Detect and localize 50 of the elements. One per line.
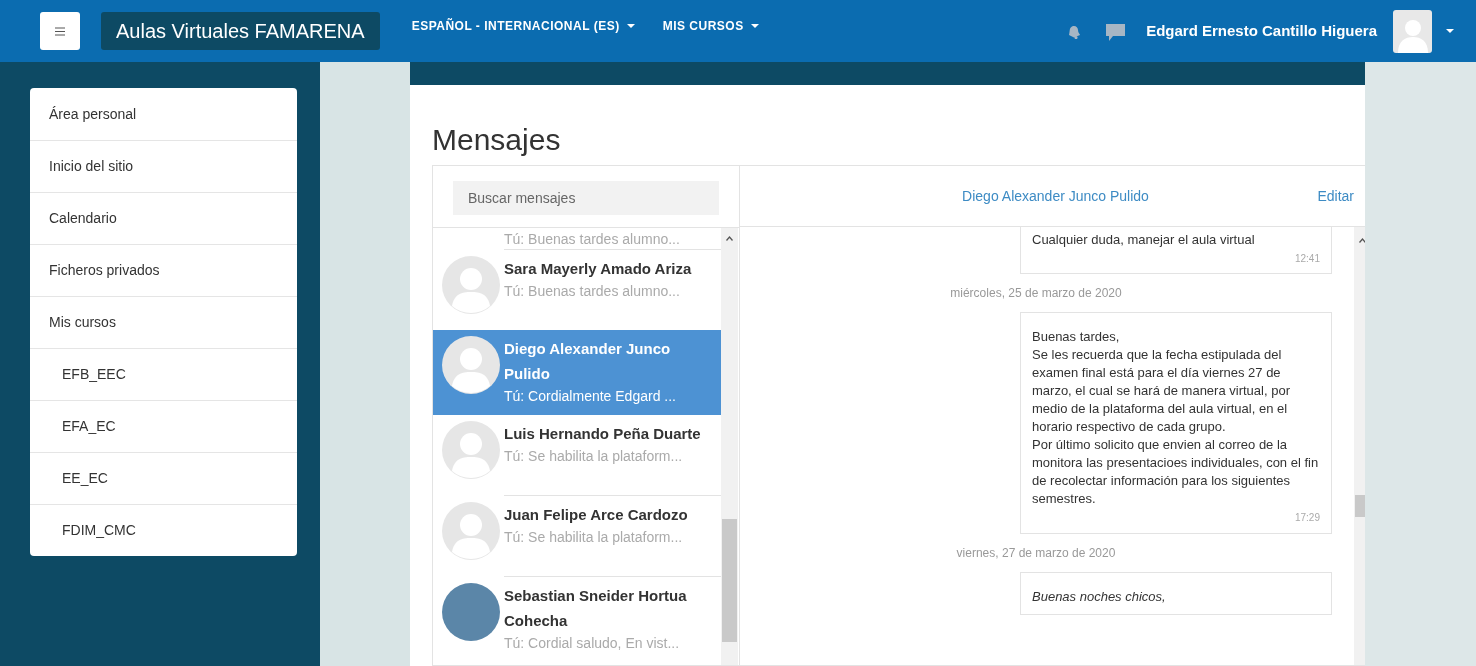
message-preview: Tú: Se habilita la plataform... — [504, 528, 684, 547]
page-title: Mensajes — [432, 123, 561, 158]
caret-icon — [750, 24, 759, 28]
contact-name: Luis Hernando Peña Duarte — [504, 424, 702, 444]
sidebar-item[interactable]: Calendario — [30, 192, 297, 244]
caret-icon — [626, 24, 635, 28]
edit-link[interactable]: Editar — [1317, 185, 1354, 207]
search-field[interactable]: Buscar mensajes — [453, 181, 719, 215]
sidebar-item[interactable]: Mis cursos — [30, 296, 297, 348]
caret-icon[interactable] — [1446, 29, 1454, 33]
nav-menu[interactable]: ESPAÑOL - INTERNACIONAL (ES) — [411, 17, 635, 35]
chat-icon[interactable] — [1106, 24, 1126, 42]
sidebar-item[interactable]: FDIM_CMC — [30, 504, 297, 556]
contact-name: Sara Mayerly Amado Ariza — [504, 259, 693, 279]
site-brand[interactable]: Aulas Virtuales FAMARENA — [101, 12, 380, 50]
scrollbar-thumb[interactable] — [722, 519, 737, 642]
scroll-up-icon[interactable] — [726, 236, 733, 241]
nav-menu[interactable]: MIS CURSOS — [662, 17, 759, 35]
scroll-up-icon[interactable] — [1359, 238, 1365, 243]
user-name[interactable]: Edgard Ernesto Cantillo Higuera — [1146, 19, 1377, 43]
message-text: Buenas noches chicos, — [1032, 588, 1167, 606]
conversation-item[interactable]: Juan Felipe Arce Cardozo Tú: Se habilita la plataform... — [433, 496, 721, 576]
message-preview: Tú: Cordialmente Edgard ... — [504, 387, 677, 406]
menu-button[interactable] — [40, 12, 80, 50]
message-text: Cualquier duda, manejar el aula virtual — [1032, 231, 1256, 249]
contact-name: Diego Alexander Junco Pulido — [504, 339, 672, 384]
conversation-item[interactable]: Luis Hernando Peña Duarte Tú: Se habilita la plataform... — [433, 415, 721, 495]
sidebar-item[interactable]: EFA_EC — [30, 400, 297, 452]
conversation-item[interactable]: Sara Mayerly Amado Ariza Tú: Buenas tardes alumno... — [433, 250, 721, 330]
sidebar-item[interactable]: Área personal — [30, 88, 297, 140]
sidebar-item[interactable]: Ficheros privados — [30, 244, 297, 296]
menu-icon — [55, 26, 65, 36]
message-time: 12:41 — [1293, 252, 1320, 266]
message-preview: Tú: Buenas tardes alumno... — [504, 230, 681, 249]
scrollbar[interactable] — [721, 228, 738, 665]
date-separator: miércoles, 25 de marzo de 2020 — [949, 285, 1123, 302]
message-time: 17:29 — [1293, 511, 1320, 525]
sidebar-item[interactable]: EE_EC — [30, 452, 297, 504]
sidebar-item[interactable]: EFB_EEC — [30, 348, 297, 400]
message-preview: Tú: Buenas tardes alumno... — [504, 282, 681, 301]
message-preview: Tú: Se habilita la plataform... — [504, 447, 684, 466]
user-avatar[interactable] — [1393, 9, 1432, 53]
sidebar-item[interactable]: Inicio del sitio — [30, 140, 297, 192]
contact-name: Sebastian Sneider Hortua Cohecha — [504, 586, 688, 631]
message-text: Buenas tardes, Se les recuerda que la fecha estipulada del examen final está para el día viernes 27 de marzo, el cual se hará de manera virtual, por medio de la plataforma del aula virtual, en el horario respectivo de cada grupo. Por último solicito que envien al correo de la monitora las presentacioes individuales, con el fin de recolectar información para los siguientes semestres. — [1032, 328, 1320, 508]
contact-name: Juan Felipe Arce Cardozo — [504, 505, 689, 525]
conversation-item[interactable]: Sebastian Sneider Hortua Cohecha Tú: Cordial saludo, En vist... — [433, 577, 721, 662]
date-separator: viernes, 27 de marzo de 2020 — [955, 545, 1117, 562]
contact-name[interactable]: Diego Alexander Junco Pulido — [962, 185, 1149, 207]
message-preview: Tú: Cordial saludo, En vist... — [504, 634, 681, 653]
